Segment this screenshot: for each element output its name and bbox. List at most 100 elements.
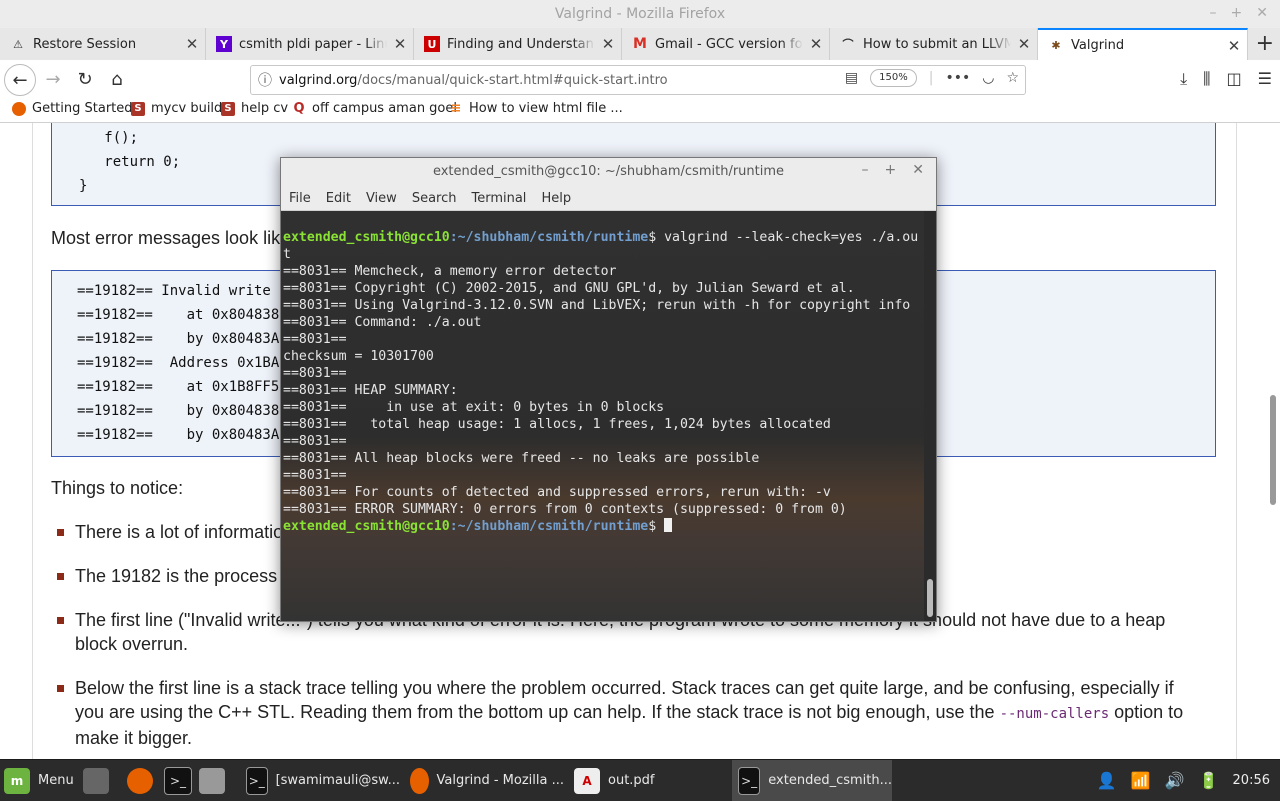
bookmark-getting-started[interactable]: Getting Started — [12, 101, 133, 116]
menu-help[interactable]: Help — [541, 191, 571, 206]
close-tab-icon[interactable]: ✕ — [595, 35, 621, 53]
menu-view[interactable]: View — [366, 191, 397, 206]
terminal-launcher[interactable]: >_ — [164, 760, 200, 801]
tab-finding-bugs[interactable]: U Finding and Understanding Bugs ✕ — [414, 28, 622, 60]
site-info-icon[interactable]: ⓘ — [251, 70, 279, 90]
divider — [32, 123, 33, 759]
menu-edit[interactable]: Edit — [326, 191, 351, 206]
firefox-icon — [12, 101, 26, 116]
page-scrollbar[interactable] — [1270, 395, 1276, 505]
sharelatex-icon: S — [221, 101, 235, 116]
reader-view-icon[interactable]: ▤ — [845, 70, 858, 86]
taskbar-item-pdf[interactable]: A out.pdf — [568, 760, 728, 801]
gmail-icon: M — [633, 36, 647, 52]
utah-icon: U — [424, 36, 440, 52]
page-actions-icon[interactable]: ••• — [945, 70, 970, 86]
tab-llvm-bug[interactable]: ⌒ How to submit an LLVM bug ✕ — [830, 28, 1038, 60]
tab-gmail[interactable]: M Gmail - GCC version for Csmith ✕ — [622, 28, 830, 60]
back-button[interactable]: ← — [4, 64, 36, 96]
taskbar-item-firefox[interactable]: Valgrind - Mozilla ... — [404, 760, 564, 801]
minimize-icon[interactable]: – — [862, 162, 869, 178]
forward-button[interactable]: → — [38, 64, 68, 94]
terminal-icon: >_ — [246, 766, 268, 795]
window-controls: – + ✕ — [1210, 5, 1268, 21]
new-tab-icon[interactable]: + — [1256, 31, 1274, 56]
firefox-icon — [410, 767, 429, 794]
inline-code: --num-callers — [999, 706, 1110, 722]
desktop-icon — [83, 767, 109, 794]
bookmark-mycv-build[interactable]: S mycv build — [131, 101, 222, 116]
maximize-icon[interactable]: + — [1231, 5, 1243, 21]
minimize-icon[interactable]: – — [1210, 5, 1217, 21]
valgrind-icon: ✱ — [1051, 39, 1061, 52]
window-titlebar: Valgrind - Mozilla Firefox – + ✕ — [0, 0, 1280, 30]
clock[interactable]: 20:56 — [1233, 773, 1270, 788]
system-tray: 👤 📶 🔊 🔋 20:56 — [1097, 760, 1270, 801]
tab-label: How to submit an LLVM bug — [863, 36, 1011, 52]
battery-icon[interactable]: 🔋 — [1199, 771, 1219, 790]
bookmark-off-campus[interactable]: Q off campus aman goel — [292, 101, 457, 116]
bullet-marker — [57, 617, 64, 624]
reload-button[interactable]: ↻ — [70, 64, 100, 94]
sidebar-icon[interactable]: ◫ — [1227, 69, 1242, 89]
library-icon[interactable]: ⫼ — [1203, 69, 1210, 89]
home-button[interactable]: ⌂ — [102, 64, 132, 94]
close-tab-icon[interactable]: ✕ — [179, 35, 205, 53]
close-tab-icon[interactable]: ✕ — [1011, 35, 1037, 53]
taskbar: m Menu >_ >_ [swamimauli@sw... Valgrind … — [0, 759, 1280, 801]
close-tab-icon[interactable]: ✕ — [387, 35, 413, 53]
close-tab-icon[interactable]: ✕ — [803, 35, 829, 53]
divider: | — [928, 70, 934, 86]
bookmark-star-icon[interactable]: ☆ — [1006, 70, 1019, 86]
terminal-menubar: File Edit View Search Terminal Help — [281, 186, 936, 211]
tab-valgrind[interactable]: ✱ Valgrind ✕ — [1038, 28, 1248, 61]
tab-restore-session[interactable]: ⚠ Restore Session ✕ — [0, 28, 206, 60]
divider — [1236, 123, 1237, 759]
bullet-marker — [57, 529, 64, 536]
url-text[interactable]: valgrind.org/docs/manual/quick-start.htm… — [279, 73, 668, 88]
yahoo-icon: Y — [216, 36, 232, 52]
user-icon[interactable]: 👤 — [1097, 771, 1117, 790]
code-line: return 0; — [79, 154, 181, 170]
url-bar[interactable]: ⓘ valgrind.org/docs/manual/quick-start.h… — [250, 65, 1026, 95]
downloads-icon[interactable]: ⤓ — [1180, 69, 1187, 89]
bookmark-help-cv[interactable]: S help cv — [221, 101, 288, 116]
maximize-icon[interactable]: + — [885, 162, 897, 178]
pocket-icon[interactable]: ◡ — [982, 70, 994, 86]
close-icon[interactable]: ✕ — [912, 162, 924, 178]
code-line: f(); — [79, 130, 139, 146]
terminal-title: extended_csmith@gcc10: ~/shubham/csmith/… — [432, 164, 785, 179]
close-icon[interactable]: ✕ — [1256, 5, 1268, 21]
taskbar-item-terminal-2[interactable]: >_ extended_csmith... — [732, 760, 892, 801]
pdf-icon: A — [574, 767, 600, 794]
start-menu-button[interactable]: m Menu — [4, 760, 74, 801]
terminal-scrollbar[interactable] — [924, 211, 936, 621]
tab-csmith-pldi[interactable]: Y csmith pldi paper - LinuxMint ✕ — [206, 28, 414, 60]
warning-icon: ⚠ — [13, 37, 23, 51]
tab-label: csmith pldi paper - LinuxMint — [239, 36, 387, 52]
menu-search[interactable]: Search — [412, 191, 457, 206]
menu-file[interactable]: File — [289, 191, 311, 206]
close-tab-icon[interactable]: ✕ — [1221, 37, 1247, 55]
quora-icon: Q — [293, 101, 305, 116]
menu-terminal[interactable]: Terminal — [471, 191, 526, 206]
firefox-launcher[interactable] — [127, 760, 161, 801]
text-cursor — [664, 518, 673, 532]
show-desktop-launcher[interactable] — [83, 760, 117, 801]
scroll-thumb[interactable] — [927, 579, 933, 617]
taskbar-item-terminal-1[interactable]: >_ [swamimauli@sw... — [240, 760, 400, 801]
llvm-icon: ⌒ — [842, 38, 854, 51]
terminal-output[interactable]: extended_csmith@gcc10:~/shubham/csmith/r… — [281, 211, 924, 621]
terminal-icon: >_ — [738, 766, 761, 795]
list-item: Below the first line is a stack trace te… — [75, 678, 1184, 748]
bullet-marker — [57, 685, 64, 692]
bookmarks-toolbar: Getting Started S mycv build S help cv Q… — [0, 98, 1280, 123]
navigation-toolbar: ← → ↻ ⌂ ⓘ valgrind.org/docs/manual/quick… — [0, 60, 1280, 98]
bookmark-view-html[interactable]: ≡ How to view html file ... — [449, 101, 623, 116]
hamburger-menu-icon[interactable]: ☰ — [1258, 69, 1272, 89]
files-launcher[interactable] — [199, 760, 233, 801]
zoom-level[interactable]: 150% — [870, 69, 917, 87]
wifi-icon[interactable]: 📶 — [1131, 771, 1151, 790]
volume-icon[interactable]: 🔊 — [1165, 771, 1185, 790]
sharelatex-icon: S — [131, 101, 145, 116]
